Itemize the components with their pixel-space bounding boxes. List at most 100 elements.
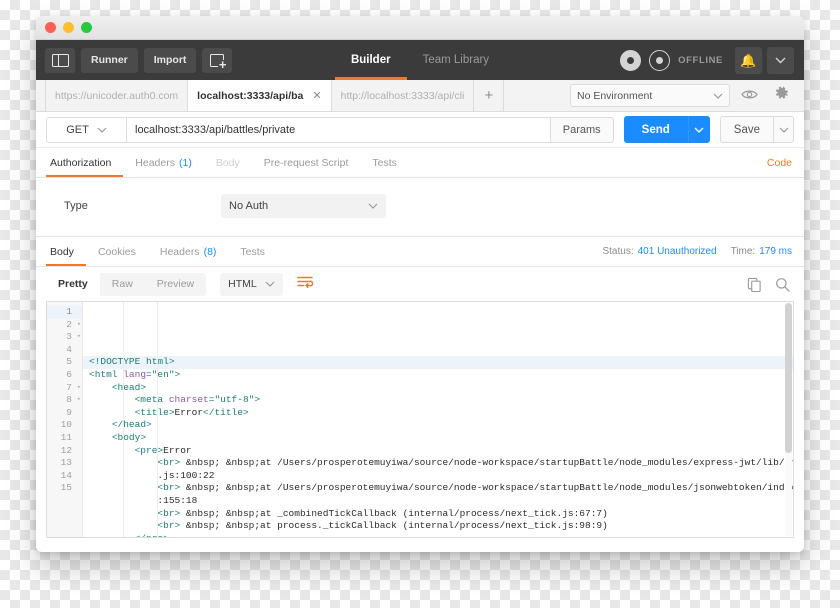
tab-body[interactable]: Body xyxy=(204,148,252,177)
code-line: <meta charset="utf-8"> xyxy=(134,394,261,406)
save-button[interactable]: Save xyxy=(719,116,773,143)
interceptor-icon[interactable] xyxy=(620,49,642,71)
account-menu-button[interactable] xyxy=(767,46,794,74)
view-mode-group: Pretty Raw Preview xyxy=(46,272,207,296)
auth-type-value: No Auth xyxy=(229,200,269,212)
code-link[interactable]: Code xyxy=(767,148,794,177)
tab-count: (8) xyxy=(203,245,217,258)
editor-line-numbers: 1 2 ▾ 3 ▾ 4 5 6 7 ▾ 8 ▾ 9 10 11 12 13 14 15 xyxy=(47,302,83,537)
response-tab-tests[interactable]: Tests xyxy=(228,237,277,266)
wrap-lines-button[interactable] xyxy=(295,274,315,294)
line-number: 2 ▾ xyxy=(66,318,81,332)
fold-toggle-icon[interactable]: ▾ xyxy=(77,319,81,332)
request-tab-label: https://unicoder.auth0.com xyxy=(55,89,179,102)
view-mode-pretty[interactable]: Pretty xyxy=(46,272,100,296)
editor-scrollbar[interactable] xyxy=(785,303,792,536)
line-number: 9 xyxy=(66,406,72,418)
auth-type-label: Type xyxy=(64,200,88,212)
tab-label: Tests xyxy=(372,156,397,169)
editor-scrollbar-thumb[interactable] xyxy=(785,303,792,453)
request-bar: GET localhost:3333/api/battles/private P… xyxy=(36,112,804,148)
send-button[interactable]: Send xyxy=(623,116,688,143)
response-tab-headers[interactable]: Headers (8) xyxy=(148,237,229,266)
app-toolbar: Runner Import + Builder Team Library OFF… xyxy=(36,40,804,80)
tab-label: Authorization xyxy=(50,156,112,169)
notifications-button[interactable]: 🔔 xyxy=(735,46,762,74)
sidebar-toggle-button[interactable] xyxy=(45,47,75,73)
line-number: 10 xyxy=(60,419,72,431)
maximize-window-button[interactable] xyxy=(81,22,92,33)
line-number: 14 xyxy=(60,469,72,481)
fold-toggle-icon[interactable]: ▾ xyxy=(77,382,81,395)
response-tab-cookies[interactable]: Cookies xyxy=(86,237,148,266)
runner-button[interactable]: Runner xyxy=(81,47,138,73)
response-format-select[interactable]: HTML xyxy=(220,272,283,296)
tab-team-library[interactable]: Team Library xyxy=(407,40,505,80)
search-button[interactable] xyxy=(775,277,790,292)
sync-icon[interactable] xyxy=(649,49,671,71)
chevron-down-icon xyxy=(713,93,723,99)
chevron-down-icon xyxy=(694,127,704,133)
import-button[interactable]: Import xyxy=(143,47,197,73)
tab-pre-request-script[interactable]: Pre-request Script xyxy=(252,148,361,177)
copy-button[interactable] xyxy=(747,277,762,292)
line-number: 3 ▾ xyxy=(66,331,81,344)
request-detail-tabs: Authorization Headers (1) Body Pre-reque… xyxy=(36,148,804,178)
request-url-input[interactable]: localhost:3333/api/battles/private xyxy=(126,116,551,143)
add-tab-button[interactable]: + xyxy=(474,80,505,111)
response-code-editor[interactable]: 1 2 ▾ 3 ▾ 4 5 6 7 ▾ 8 ▾ 9 10 11 12 13 14 15 <!DOCTYPE html… xyxy=(46,301,794,538)
sync-dot xyxy=(656,56,664,64)
tab-headers[interactable]: Headers (1) xyxy=(123,148,204,177)
environment-select[interactable]: No Environment xyxy=(570,84,730,107)
minimize-window-button[interactable] xyxy=(63,22,74,33)
sidebar-icon xyxy=(51,53,69,67)
environment-area: No Environment xyxy=(570,80,804,111)
code-line: </head> xyxy=(111,419,152,431)
line-number: 12 xyxy=(60,444,72,456)
new-window-button[interactable]: + xyxy=(202,47,233,73)
code-line: <pre>Error xyxy=(134,444,192,456)
line-number: 6 xyxy=(66,368,72,380)
code-line: <html lang="en"> xyxy=(89,368,181,380)
response-tab-body[interactable]: Body xyxy=(46,237,86,266)
tab-authorization[interactable]: Authorization xyxy=(46,148,123,177)
line-number: 4 xyxy=(66,343,72,355)
params-button[interactable]: Params xyxy=(550,116,614,143)
offline-status-label: OFFLINE xyxy=(678,54,723,66)
line-number: 7 ▾ xyxy=(66,381,81,395)
auth-type-select[interactable]: No Auth xyxy=(221,194,386,218)
tab-tests[interactable]: Tests xyxy=(360,148,409,177)
tab-label: Headers xyxy=(135,156,175,169)
tab-builder[interactable]: Builder xyxy=(335,40,407,80)
request-tab-2[interactable]: http://localhost:3333/api/cli xyxy=(332,80,475,111)
environment-quick-look-button[interactable] xyxy=(736,84,762,107)
status-badge: 401 Unauthorized xyxy=(637,246,717,257)
fold-toggle-icon[interactable]: ▾ xyxy=(77,331,81,344)
request-tab-1[interactable]: localhost:3333/api/ba ✕ xyxy=(188,80,332,111)
code-line: <br> &nbsp; &nbsp;at /Users/prosperotemu… xyxy=(157,457,793,469)
code-line: .js:100:22 xyxy=(89,469,215,481)
gear-icon xyxy=(774,86,789,106)
fold-toggle-icon[interactable]: ▾ xyxy=(77,394,81,407)
line-number: 13 xyxy=(60,457,72,469)
environment-settings-button[interactable] xyxy=(768,84,794,107)
response-actions xyxy=(747,277,794,292)
save-options-button[interactable] xyxy=(773,116,794,143)
close-tab-icon[interactable]: ✕ xyxy=(312,89,321,102)
line-number: 8 ▾ xyxy=(66,394,81,407)
http-method-select[interactable]: GET xyxy=(46,116,126,143)
send-options-button[interactable] xyxy=(687,116,710,143)
editor-code-content[interactable]: <!DOCTYPE html> <html lang="en"> <head> <… xyxy=(83,302,793,537)
tab-label: Tests xyxy=(240,245,265,258)
view-mode-preview[interactable]: Preview xyxy=(145,273,206,296)
bell-icon: 🔔 xyxy=(740,52,757,68)
code-line: <br> &nbsp; &nbsp;at /Users/prosperotemu… xyxy=(157,482,793,494)
time-key: Time: xyxy=(730,246,756,257)
window-titlebar xyxy=(36,16,804,40)
http-method-label: GET xyxy=(66,123,89,136)
request-tab-0[interactable]: https://unicoder.auth0.com xyxy=(45,80,189,111)
chevron-down-icon xyxy=(97,127,107,133)
eye-icon xyxy=(740,87,758,105)
view-mode-raw[interactable]: Raw xyxy=(100,273,145,296)
close-window-button[interactable] xyxy=(45,22,56,33)
